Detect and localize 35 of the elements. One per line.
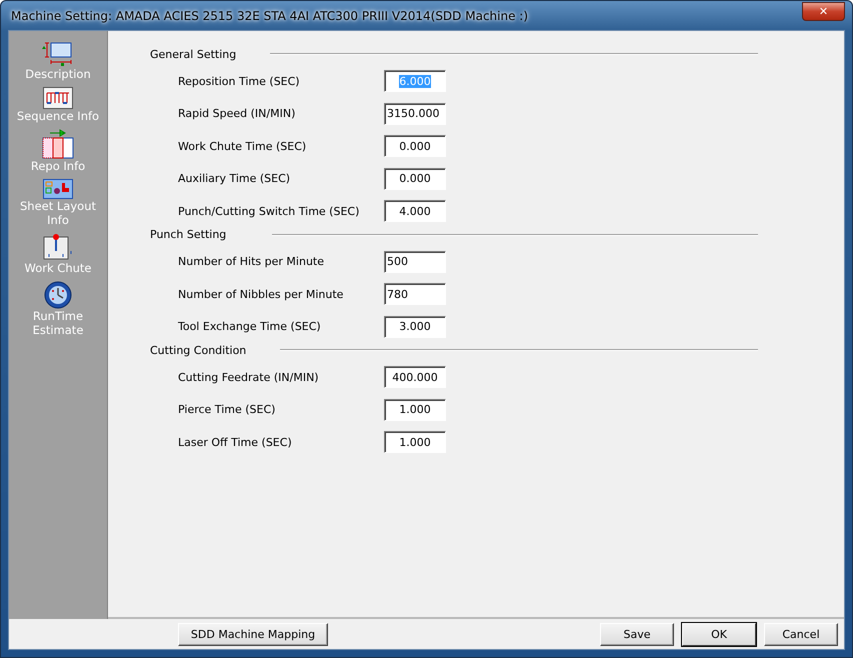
field-label: Reposition Time (SEC)	[178, 74, 301, 88]
field-label: Number of Nibbles per Minute	[178, 288, 344, 301]
mapping-button[interactable]: SDD Machine Mapping	[178, 622, 328, 646]
sheet-layout-icon	[43, 179, 73, 199]
field-label: Auxiliary Time (SEC)	[178, 172, 292, 186]
sheet-repo-icon	[42, 129, 74, 159]
input-field[interactable]: 780	[384, 283, 446, 306]
close-button[interactable]: ✕	[802, 2, 845, 21]
window-title: Machine Setting: AMADA ACIES 2515 32E STA 4AI ATC300 PRIII V2014(SDD Machine :)	[10, 8, 528, 22]
field-label: Laser Off Time (SEC)	[178, 436, 293, 449]
field-label: Work Chute Time (SEC)	[178, 140, 308, 153]
dialog-button[interactable]: Cancel	[764, 622, 838, 646]
input-field[interactable]: 3.000	[384, 316, 446, 338]
dialog-button[interactable]: Save	[600, 622, 674, 646]
input-field[interactable]: 0.000	[384, 168, 446, 190]
section-title: Punch Setting	[150, 228, 226, 241]
input-field[interactable]: 1.000	[384, 431, 446, 454]
field-label: Tool Exchange Time (SEC)	[178, 320, 322, 334]
field-label: Number of Hits per Minute	[178, 255, 325, 268]
sequence-grid-icon	[43, 87, 73, 109]
field-label: Punch/Cutting Switch Time (SEC)	[178, 204, 360, 218]
input-field[interactable]: 500	[384, 250, 446, 273]
input-field[interactable]: 4.000	[384, 200, 446, 222]
work-chute-icon	[43, 233, 73, 261]
section-title: General Setting	[150, 48, 236, 60]
dialog-button[interactable]: OK	[682, 622, 756, 646]
input-field[interactable]: 400.000	[384, 366, 446, 388]
input-field[interactable]: 1.000	[384, 398, 446, 421]
field-label: Rapid Speed (IN/MIN)	[178, 107, 296, 120]
clock-icon	[44, 281, 72, 309]
input-field[interactable]: 3150.000	[384, 102, 446, 125]
field-label: Pierce Time (SEC)	[178, 403, 276, 416]
field-label: Cutting Feedrate (IN/MIN)	[178, 370, 320, 384]
input-field[interactable]: 0.000	[384, 135, 446, 158]
section-title: Cutting Condition	[150, 344, 246, 356]
